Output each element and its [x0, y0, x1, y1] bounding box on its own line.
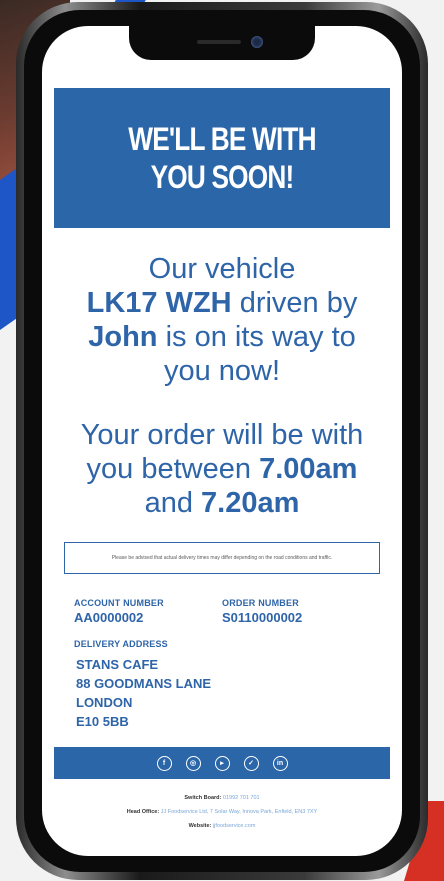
facebook-icon[interactable]: f — [156, 755, 172, 771]
switchboard-number[interactable]: 01992 701 701 — [223, 795, 260, 801]
linkedin-icon[interactable]: in — [272, 755, 288, 771]
on-way-text: is on its way to — [165, 321, 356, 353]
eta-message: Your order will be with you between 7.00… — [54, 418, 390, 520]
speaker-grille — [197, 40, 241, 44]
footer-switchboard: Switch Board: 01992 701 701 — [54, 791, 390, 805]
banner-line-2: YOU SOON! — [150, 159, 295, 195]
social-bar: f ◎ ▸ ✓ in — [54, 747, 390, 779]
eta-line-1: Your order will be with — [80, 419, 364, 451]
head-office-label: Head Office: — [126, 809, 160, 815]
phone-bezel: WE'LL BE WITH YOU SOON! Our vehicle LK17… — [24, 10, 420, 872]
address-line: E10 5BB — [76, 714, 129, 729]
switchboard-label: Switch Board: — [184, 795, 222, 801]
vehicle-registration: LK17 WZH — [86, 287, 232, 319]
phone-screen: WE'LL BE WITH YOU SOON! Our vehicle LK17… — [42, 26, 402, 856]
delivery-disclaimer: Please be advised that actual delivery t… — [64, 542, 380, 574]
address-line: 88 GOODMANS LANE — [76, 676, 212, 691]
account-number-label: ACCOUNT NUMBER — [74, 598, 164, 608]
account-number-value: AA0000002 — [74, 610, 144, 625]
delivery-address-label: DELIVERY ADDRESS — [74, 639, 168, 649]
eta-end-time: 7.20am — [201, 487, 300, 519]
message-line-2: LK17 WZH driven by — [54, 286, 390, 320]
driver-name: John — [88, 321, 158, 353]
vehicle-message: Our vehicle LK17 WZH driven by John is o… — [54, 252, 390, 388]
eta-start-time: 7.00am — [259, 453, 358, 485]
footer-head-office: Head Office: JJ Foodservice Ltd, 7 Solar… — [54, 805, 390, 819]
message-line-4: you now! — [163, 355, 281, 387]
twitter-icon[interactable]: ✓ — [243, 755, 259, 771]
order-number-value: S0110000002 — [222, 610, 303, 625]
website-link[interactable]: jjfoodservice.com — [213, 823, 256, 829]
front-camera-icon — [251, 36, 263, 48]
footer-website: Website: jjfoodservice.com — [54, 819, 390, 833]
email-content: WE'LL BE WITH YOU SOON! Our vehicle LK17… — [54, 88, 390, 833]
order-number-label: ORDER NUMBER — [222, 598, 299, 608]
eta-and-text: and — [144, 487, 193, 519]
delivery-address-block: DELIVERY ADDRESS STANS CAFE 88 GOODMANS … — [74, 639, 370, 731]
eta-between-text: you between — [86, 453, 252, 485]
driven-by-text: driven by — [239, 287, 358, 319]
order-number-block: ORDER NUMBER S0110000002 — [222, 598, 370, 625]
address-line: STANS CAFE — [76, 657, 159, 672]
banner-line-1: WE'LL BE WITH — [128, 121, 316, 157]
phone-frame: WE'LL BE WITH YOU SOON! Our vehicle LK17… — [16, 2, 428, 880]
message-line-3: John is on its way to — [54, 320, 390, 354]
banner: WE'LL BE WITH YOU SOON! — [54, 88, 390, 228]
message-line-1: Our vehicle — [148, 253, 296, 285]
website-label: Website: — [188, 823, 212, 829]
instagram-icon[interactable]: ◎ — [185, 755, 201, 771]
account-order-row: ACCOUNT NUMBER AA0000002 ORDER NUMBER S0… — [74, 598, 370, 625]
eta-line-3: and 7.20am — [54, 486, 390, 520]
delivery-address-lines: STANS CAFE 88 GOODMANS LANE LONDON E10 5… — [76, 655, 370, 731]
eta-line-2: you between 7.00am — [54, 452, 390, 486]
youtube-icon[interactable]: ▸ — [214, 755, 230, 771]
footer: Switch Board: 01992 701 701 Head Office:… — [54, 791, 390, 833]
account-number-block: ACCOUNT NUMBER AA0000002 — [74, 598, 222, 625]
address-line: LONDON — [76, 695, 133, 710]
phone-notch — [129, 26, 315, 60]
head-office-address: JJ Foodservice Ltd, 7 Solar Way, Innova … — [160, 809, 318, 815]
